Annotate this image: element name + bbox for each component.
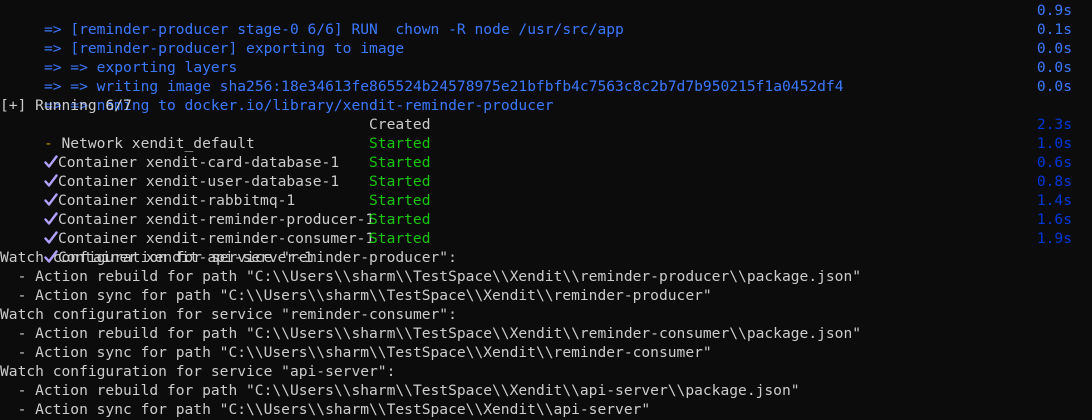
build-line: => => writing image sha256:18e34613fe865…: [0, 58, 1092, 95]
network-line: - Network xendit_default Created 2.3s: [0, 115, 1092, 152]
build-step-time: 0.9s: [1036, 2, 1072, 19]
build-line: => => naming to docker.io/library/xendit…: [0, 77, 1092, 114]
container-line: Container xendit-rabbitmq-1 Started 0.8s: [0, 172, 1092, 209]
container-line: Container xendit-api-server-1 Started 1.…: [0, 229, 1092, 266]
network-time: 2.3s: [1036, 116, 1072, 133]
container-status: Started: [369, 173, 431, 190]
container-status: Started: [369, 192, 431, 209]
build-line: => [reminder-producer stage-0 6/6] RUN c…: [0, 1, 1092, 38]
build-step-time: 0.0s: [1036, 59, 1072, 76]
build-line: => [reminder-producer] exporting to imag…: [0, 20, 1092, 57]
container-status: Started: [369, 135, 431, 152]
terminal-window[interactable]: => [reminder-producer stage-0 6/6] RUN c…: [0, 0, 1092, 420]
container-time: 1.4s: [1036, 192, 1072, 209]
build-step-time: 0.0s: [1036, 78, 1072, 95]
watch-action-line: - Action rebuild for path "C:\\Users\\sh…: [0, 382, 800, 399]
container-line: Container xendit-reminder-consumer-1 Sta…: [0, 210, 1092, 247]
container-time: 0.6s: [1036, 154, 1072, 171]
container-status: Started: [369, 211, 431, 228]
watch-action-line: - Action rebuild for path "C:\\Users\\sh…: [0, 325, 862, 342]
container-line: Container xendit-card-database-1 Started…: [0, 134, 1092, 171]
build-step-time: 0.1s: [1036, 21, 1072, 38]
watch-action-line: - Action rebuild for path "C:\\Users\\sh…: [0, 268, 862, 285]
watch-action-line: - Action sync for path "C:\\Users\\sharm…: [0, 287, 712, 304]
container-status: Started: [369, 230, 431, 247]
watch-config-header: Watch configuration for service "reminde…: [0, 306, 457, 323]
watch-config-header: Watch configuration for service "reminde…: [0, 249, 457, 266]
watch-action-line: - Action sync for path "C:\\Users\\sharm…: [0, 344, 712, 361]
network-status: Created: [369, 116, 431, 133]
watch-action-line: - Action sync for path "C:\\Users\\sharm…: [0, 401, 651, 418]
watch-config-header: Watch configuration for service "api-ser…: [0, 363, 396, 380]
container-line: Container xendit-user-database-1 Started…: [0, 153, 1092, 190]
container-time: 0.8s: [1036, 173, 1072, 190]
build-step-time: 0.0s: [1036, 40, 1072, 57]
container-line: Container xendit-reminder-producer-1 Sta…: [0, 191, 1092, 228]
container-time: 1.0s: [1036, 135, 1072, 152]
container-status: Started: [369, 154, 431, 171]
build-line: => => exporting layers 0.0s: [0, 39, 1092, 76]
running-header: [+] Running 6/7: [0, 97, 132, 114]
container-time: 1.6s: [1036, 211, 1072, 228]
container-time: 1.9s: [1036, 230, 1072, 247]
